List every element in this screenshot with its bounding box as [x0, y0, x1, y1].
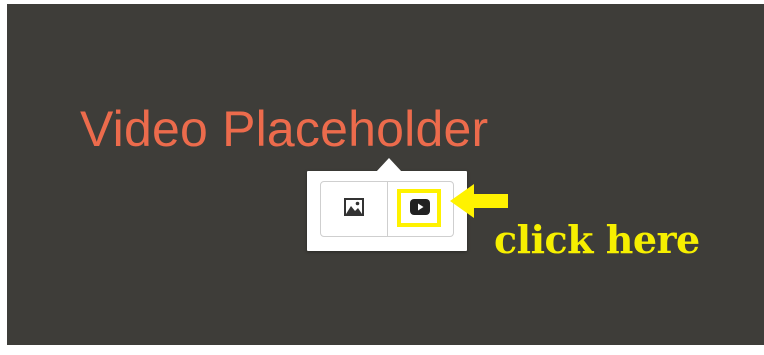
media-type-button-group: [320, 181, 454, 237]
image-icon: [343, 197, 364, 221]
click-here-annotation: click here: [494, 217, 700, 262]
video-placeholder-canvas: Video Placeholder: [7, 4, 764, 345]
image-button[interactable]: [321, 182, 387, 236]
arrow-left-icon: [450, 184, 508, 218]
media-type-popover: [307, 158, 467, 251]
video-button-highlight: [396, 189, 441, 227]
video-placeholder-title: Video Placeholder: [80, 101, 489, 157]
video-button[interactable]: [386, 182, 454, 236]
popover-pointer: [376, 158, 402, 172]
